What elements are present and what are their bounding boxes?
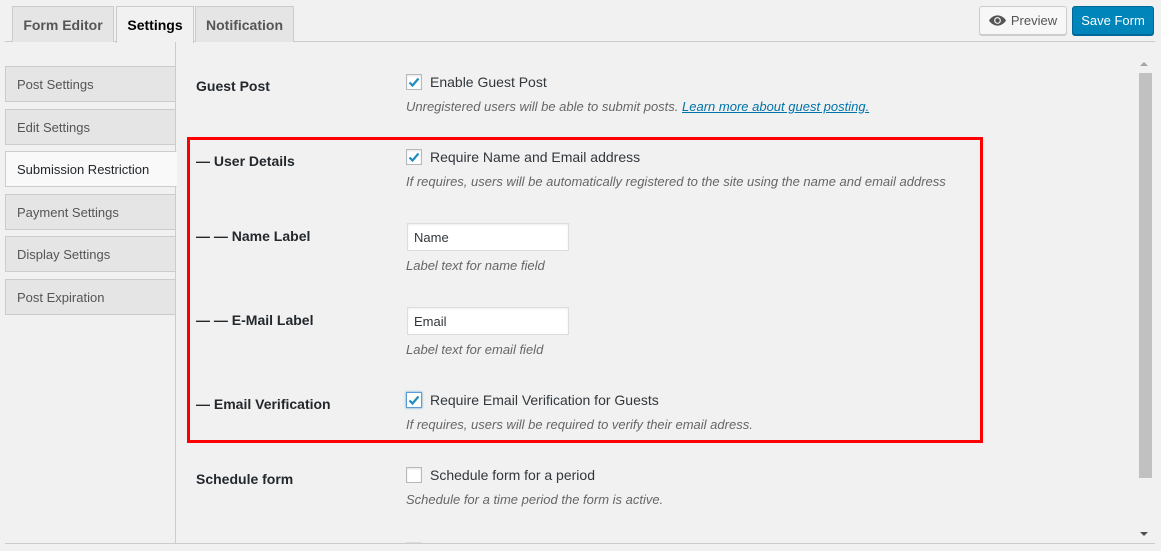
guest-post-description: Unregistered users will be able to submi… [406,99,869,114]
name-label-description: Label text for name field [406,258,545,273]
email-label-label: — — E-Mail Label [196,312,314,328]
checkmark-icon [408,395,420,406]
eye-icon [988,15,1006,26]
email-label-input[interactable] [407,307,569,335]
sidebar-item-post-expiration[interactable]: Post Expiration [5,279,176,315]
preview-label: Preview [1010,13,1058,28]
tab-settings[interactable]: Settings [116,6,194,43]
schedule-form-text: Schedule form for a period [430,467,595,483]
settings-sidebar: Post Settings Edit Settings Submission R… [5,42,177,543]
email-verification-text: Require Email Verification for Guests [430,392,659,408]
user-details-label: — User Details [196,153,295,169]
save-form-button[interactable]: Save Form [1072,6,1154,35]
require-name-email-row: Require Name and Email address [406,149,640,165]
checkmark-icon [408,77,420,88]
require-name-email-checkbox[interactable] [406,149,422,165]
schedule-form-row: Schedule form for a period [406,467,595,483]
sidebar-item-display-settings[interactable]: Display Settings [5,236,176,272]
email-label-description: Label text for email field [406,342,544,357]
email-verification-label: — Email Verification [196,396,331,412]
email-verification-description: If requires, users will be required to v… [406,417,753,432]
schedule-form-label: Schedule form [196,471,294,487]
guest-post-label: Guest Post [196,78,270,94]
sidebar-item-payment-settings[interactable]: Payment Settings [5,194,176,230]
sidebar-item-submission-restriction[interactable]: Submission Restriction [5,151,177,187]
user-details-description: If requires, users will be automatically… [406,174,946,189]
scroll-down-arrow-icon[interactable] [1140,532,1148,536]
scroll-up-arrow-icon[interactable] [1140,62,1148,66]
require-name-email-text: Require Name and Email address [430,149,641,165]
scrollbar-thumb[interactable] [1139,73,1152,478]
settings-content: Guest Post Enable Guest Post Unregistere… [176,42,1136,543]
tab-form-editor[interactable]: Form Editor [12,6,114,42]
name-label-input[interactable] [407,223,569,251]
enable-guest-post-row: Enable Guest Post [406,74,547,90]
sidebar-item-post-settings[interactable]: Post Settings [5,66,176,102]
name-label-label: — — Name Label [196,228,311,244]
enable-guest-post-checkbox[interactable] [406,74,422,90]
schedule-form-description: Schedule for a time period the form is a… [406,492,664,507]
email-verification-checkbox[interactable] [406,392,422,408]
bottom-divider [5,543,1155,544]
schedule-form-checkbox[interactable] [406,467,422,483]
guest-post-description-text: Unregistered users will be able to submi… [406,99,679,114]
checkmark-icon [408,152,420,163]
form-settings-page: Form Editor Settings Notification Previe… [0,0,1161,551]
tab-notification[interactable]: Notification [195,6,294,42]
enable-guest-post-text: Enable Guest Post [430,74,547,90]
email-verification-row: Require Email Verification for Guests [406,392,659,408]
preview-button[interactable]: Preview [979,6,1067,35]
sidebar-item-edit-settings[interactable]: Edit Settings [5,109,176,145]
guest-posting-link[interactable]: Learn more about guest posting. [682,99,869,114]
content-scrollbar[interactable] [1136,58,1156,542]
